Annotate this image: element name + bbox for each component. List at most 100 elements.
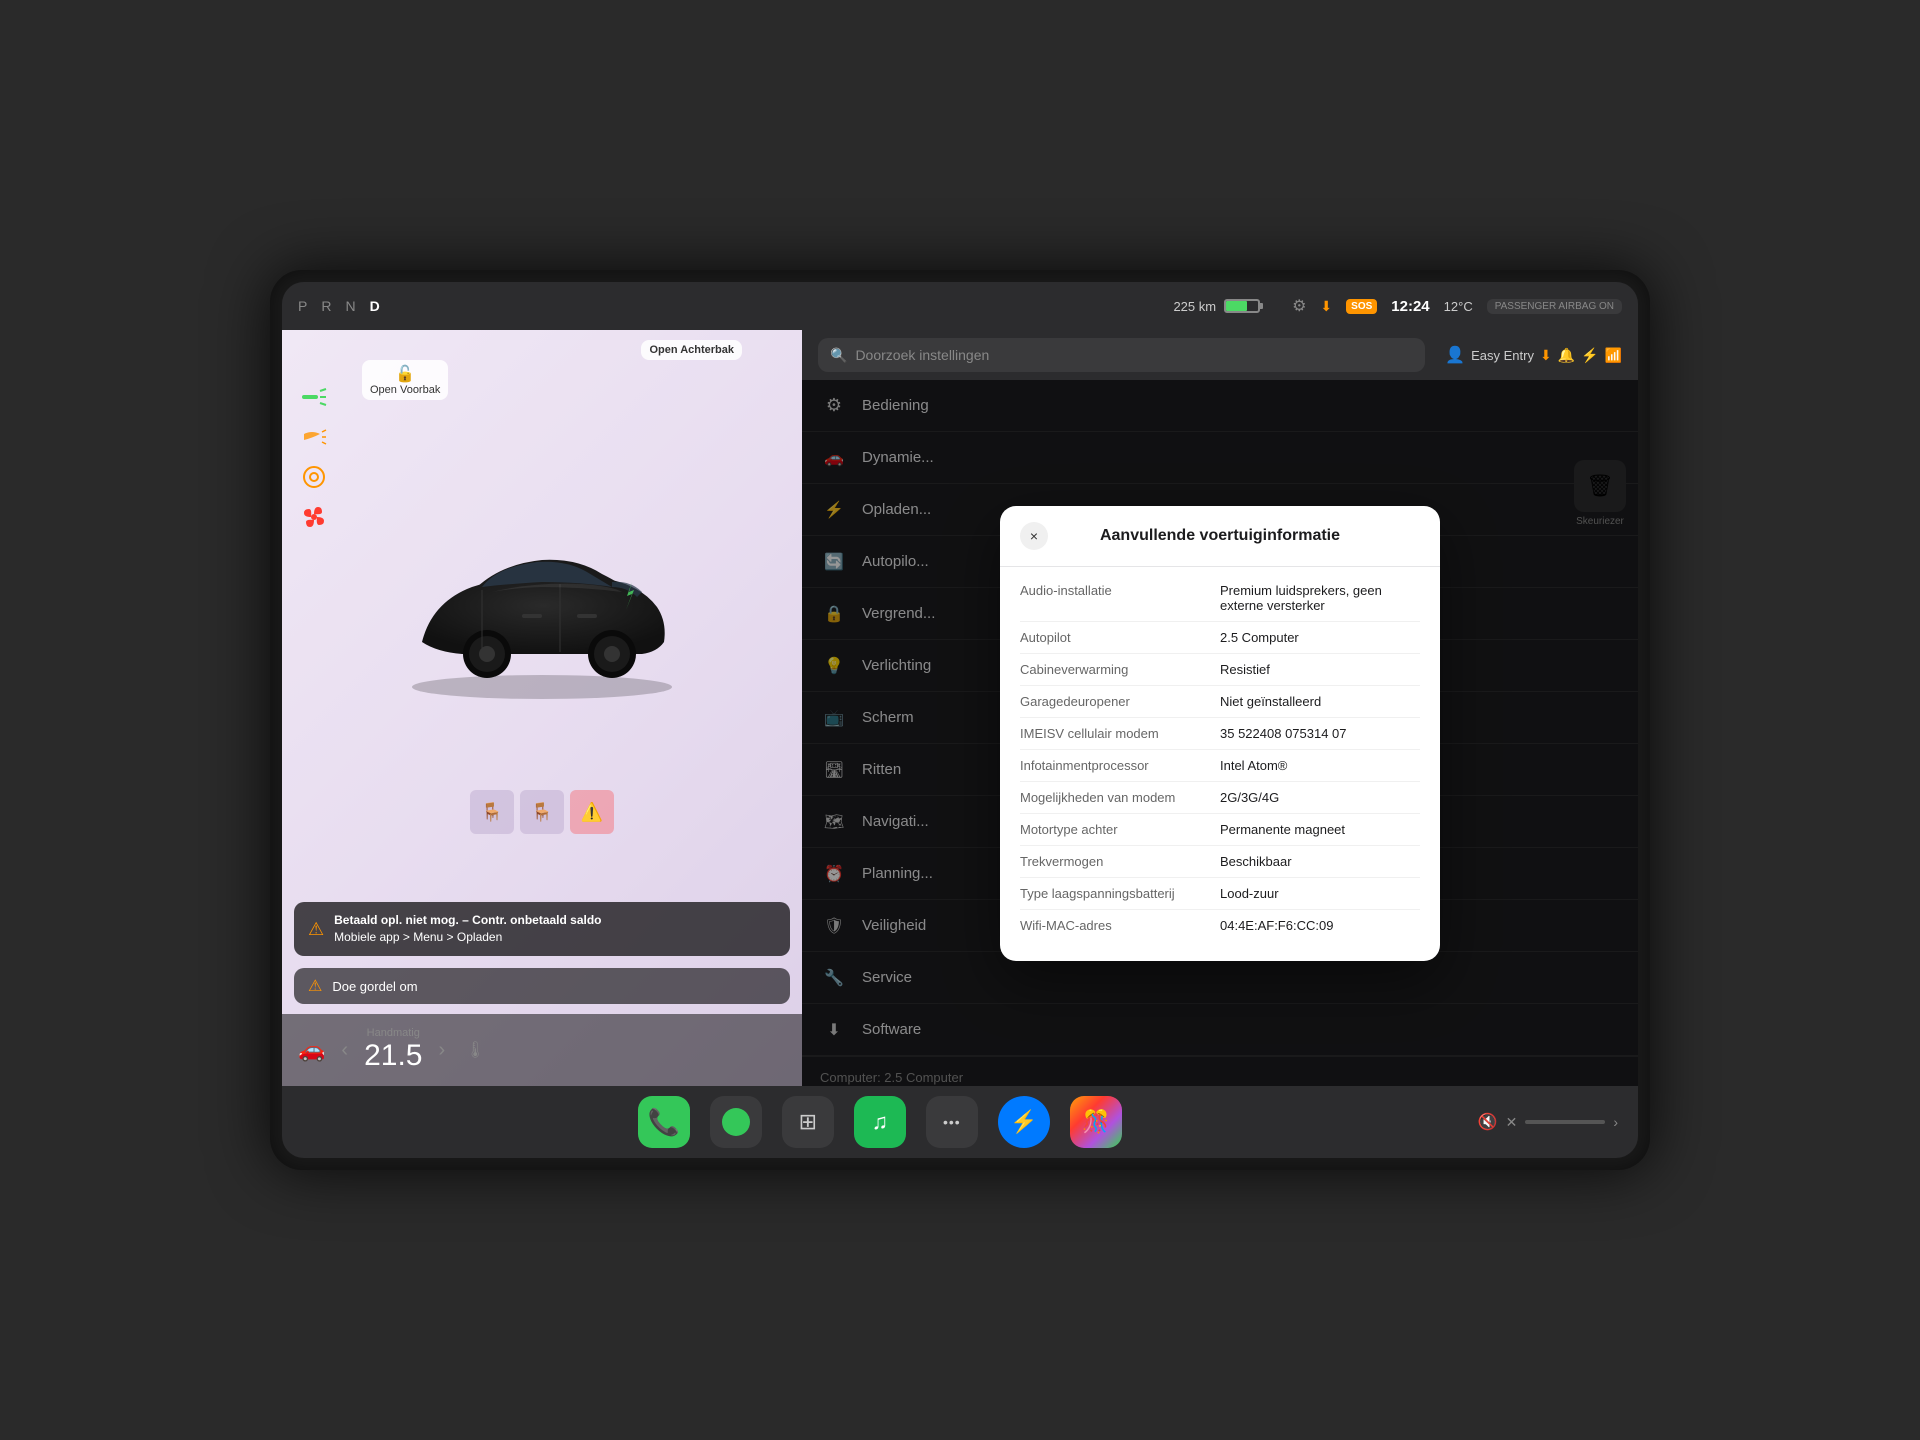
warning-subtitle: Mobiele app > Menu > Opladen bbox=[334, 930, 502, 944]
status-center: ⚙ ⬇ SOS 12:24 12°C PASSENGER AIRBAG ON bbox=[1292, 296, 1622, 316]
warning-text: Betaald opl. niet mog. – Contr. onbetaal… bbox=[334, 912, 601, 946]
modal-row-1: Autopilot 2.5 Computer bbox=[1020, 622, 1420, 654]
modal-row-label-8: Trekvermogen bbox=[1020, 854, 1220, 869]
bluetooth-button[interactable]: ⚡ bbox=[998, 1096, 1050, 1148]
modal-row-value-4: 35 522408 075314 07 bbox=[1220, 726, 1420, 741]
chevron-right-icon[interactable]: › bbox=[1613, 1114, 1618, 1130]
spotify-button[interactable]: ♫ bbox=[854, 1096, 906, 1148]
grid-button[interactable]: ⊞ bbox=[782, 1096, 834, 1148]
car-svg bbox=[382, 522, 702, 702]
modal-row-label-4: IMEISV cellulair modem bbox=[1020, 726, 1220, 741]
seat-1: 🪑 bbox=[470, 790, 514, 834]
settings-icon-top: ⚙ bbox=[1292, 296, 1306, 316]
gear-p[interactable]: P bbox=[298, 298, 309, 314]
camera-icon bbox=[722, 1108, 750, 1136]
modal-row-2: Cabineverwarming Resistief bbox=[1020, 654, 1420, 686]
modal-row-label-3: Garagedeuropener bbox=[1020, 694, 1220, 709]
modal-close-button[interactable]: × bbox=[1020, 522, 1048, 550]
open-front-label: 🔓 Open Voorbak bbox=[362, 360, 448, 400]
mute-icon[interactable]: 🔇 bbox=[1478, 1112, 1498, 1132]
modal-row-6: Mogelijkheden van modem 2G/3G/4G bbox=[1020, 782, 1420, 814]
seat-alert: ⚠️ bbox=[570, 790, 614, 834]
gear-d[interactable]: D bbox=[370, 298, 382, 314]
search-placeholder: Doorzoek instellingen bbox=[855, 347, 989, 363]
range-area: 225 km bbox=[394, 299, 1260, 314]
bluetooth-icon-header: ⚡ bbox=[1581, 347, 1598, 364]
battery-fill bbox=[1226, 301, 1247, 311]
wifi-icon-header: 📶 bbox=[1605, 347, 1622, 364]
bluetooth-icon: ⚡ bbox=[1010, 1109, 1037, 1135]
warning-banner: ⚠ Betaald opl. niet mog. – Contr. onbeta… bbox=[294, 902, 790, 956]
open-front-text: Open Voorbak bbox=[370, 384, 440, 396]
climate-right-arrow[interactable]: › bbox=[438, 1039, 445, 1062]
seat-2: 🪑 bbox=[520, 790, 564, 834]
modal-row-0: Audio-installatie Premium luidsprekers, … bbox=[1020, 575, 1420, 622]
modal-row-label-0: Audio-installatie bbox=[1020, 583, 1220, 613]
modal-row-value-2: Resistief bbox=[1220, 662, 1420, 677]
seat-2-icon: 🪑 bbox=[531, 802, 553, 823]
screen-bezel: P R N D 225 km ⚙ ⬇ SOS 12:24 12°C PASSEN… bbox=[270, 270, 1650, 1170]
modal-row-label-2: Cabineverwarming bbox=[1020, 662, 1220, 677]
car-container: 🔓 Open Voorbak Open Achterbak bbox=[282, 330, 802, 894]
modal-row-value-10: 04:4E:AF:F6:CC:09 bbox=[1220, 918, 1420, 933]
download-icon-header: ⬇ bbox=[1540, 347, 1552, 364]
battery-bar bbox=[1224, 299, 1260, 313]
climate-left-arrow[interactable]: ‹ bbox=[341, 1039, 348, 1062]
spotify-icon: ♫ bbox=[872, 1109, 889, 1135]
seatbelt-icon: ⚠ bbox=[308, 976, 322, 996]
settings-content: ⚙ Bediening 🚗 Dynamie... ⚡ Opladen... bbox=[802, 380, 1638, 1086]
more-icon: ••• bbox=[943, 1114, 961, 1130]
lock-icon-front: 🔓 bbox=[395, 364, 415, 384]
modal-row-value-0: Premium luidsprekers, geen externe verst… bbox=[1220, 583, 1420, 613]
modal-row-3: Garagedeuropener Niet geïnstalleerd bbox=[1020, 686, 1420, 718]
easy-entry-label-header: Easy Entry bbox=[1471, 348, 1534, 363]
climate-mode-icon: 🌡 bbox=[465, 1040, 485, 1060]
phone-icon: 📞 bbox=[648, 1107, 680, 1138]
open-back-label: Open Achterbak bbox=[641, 340, 742, 360]
modal-row-7: Motortype achter Permanente magneet bbox=[1020, 814, 1420, 846]
seatbelt-text: Doe gordel om bbox=[332, 979, 417, 994]
seat-display: 🪑 🪑 ⚠️ bbox=[470, 790, 614, 834]
gear-n[interactable]: N bbox=[345, 298, 357, 314]
volume-control: 🔇 ✕ › bbox=[1478, 1112, 1618, 1132]
grid-icon: ⊞ bbox=[799, 1109, 817, 1135]
temp-display: 12°C bbox=[1444, 299, 1473, 314]
seatbelt-banner: ⚠ Doe gordel om bbox=[294, 968, 790, 1004]
time-display: 12:24 bbox=[1391, 298, 1429, 315]
warning-title: Betaald opl. niet mog. – Contr. onbetaal… bbox=[334, 913, 601, 927]
modal-row-value-7: Permanente magneet bbox=[1220, 822, 1420, 837]
open-back-text: Open Achterbak bbox=[649, 344, 734, 356]
modal-row-label-5: Infotainmentprocessor bbox=[1020, 758, 1220, 773]
sos-badge: SOS bbox=[1346, 299, 1377, 314]
modal-row-value-8: Beschikbaar bbox=[1220, 854, 1420, 869]
modal-row-value-1: 2.5 Computer bbox=[1220, 630, 1420, 645]
modal-body: Audio-installatie Premium luidsprekers, … bbox=[1000, 567, 1440, 961]
temp-display-main: Handmatig 21.5 bbox=[364, 1027, 422, 1073]
modal-row-value-9: Lood-zuur bbox=[1220, 886, 1420, 901]
main-area: 🔓 Open Voorbak Open Achterbak bbox=[282, 330, 1638, 1086]
warning-triangle-icon: ⚠ bbox=[308, 919, 324, 940]
modal-overlay[interactable]: × Aanvullende voertuiginformatie Audio-i… bbox=[802, 380, 1638, 1086]
gear-r[interactable]: R bbox=[321, 298, 333, 314]
modal-header: × Aanvullende voertuiginformatie bbox=[1000, 506, 1440, 567]
modal-row-8: Trekvermogen Beschikbaar bbox=[1020, 846, 1420, 878]
modal-row-10: Wifi-MAC-adres 04:4E:AF:F6:CC:09 bbox=[1020, 910, 1420, 941]
ac-icon: 🌡 bbox=[465, 1042, 485, 1059]
download-icon: ⬇ bbox=[1320, 298, 1332, 315]
left-panel: 🔓 Open Voorbak Open Achterbak bbox=[282, 330, 802, 1086]
party-button[interactable]: 🎊 bbox=[1070, 1096, 1122, 1148]
climate-bar: 🚗 ‹ Handmatig 21.5 › 🌡 bbox=[282, 1014, 802, 1086]
right-panel: 🔍 Doorzoek instellingen 👤 Easy Entry ⬇ 🔔… bbox=[802, 330, 1638, 1086]
more-button[interactable]: ••• bbox=[926, 1096, 978, 1148]
camera-button[interactable] bbox=[710, 1096, 762, 1148]
modal-row-4: IMEISV cellulair modem 35 522408 075314 … bbox=[1020, 718, 1420, 750]
volume-bar[interactable] bbox=[1525, 1120, 1605, 1124]
climate-mode-label: Handmatig bbox=[367, 1027, 420, 1039]
phone-button[interactable]: 📞 bbox=[638, 1096, 690, 1148]
search-bar[interactable]: 🔍 Doorzoek instellingen bbox=[818, 338, 1425, 372]
modal-row-9: Type laagspanningsbatterij Lood-zuur bbox=[1020, 878, 1420, 910]
modal-row-value-5: Intel Atom® bbox=[1220, 758, 1420, 773]
status-bar: P R N D 225 km ⚙ ⬇ SOS 12:24 12°C PASSEN… bbox=[282, 282, 1638, 330]
range-text: 225 km bbox=[1173, 299, 1216, 314]
modal-row-label-7: Motortype achter bbox=[1020, 822, 1220, 837]
